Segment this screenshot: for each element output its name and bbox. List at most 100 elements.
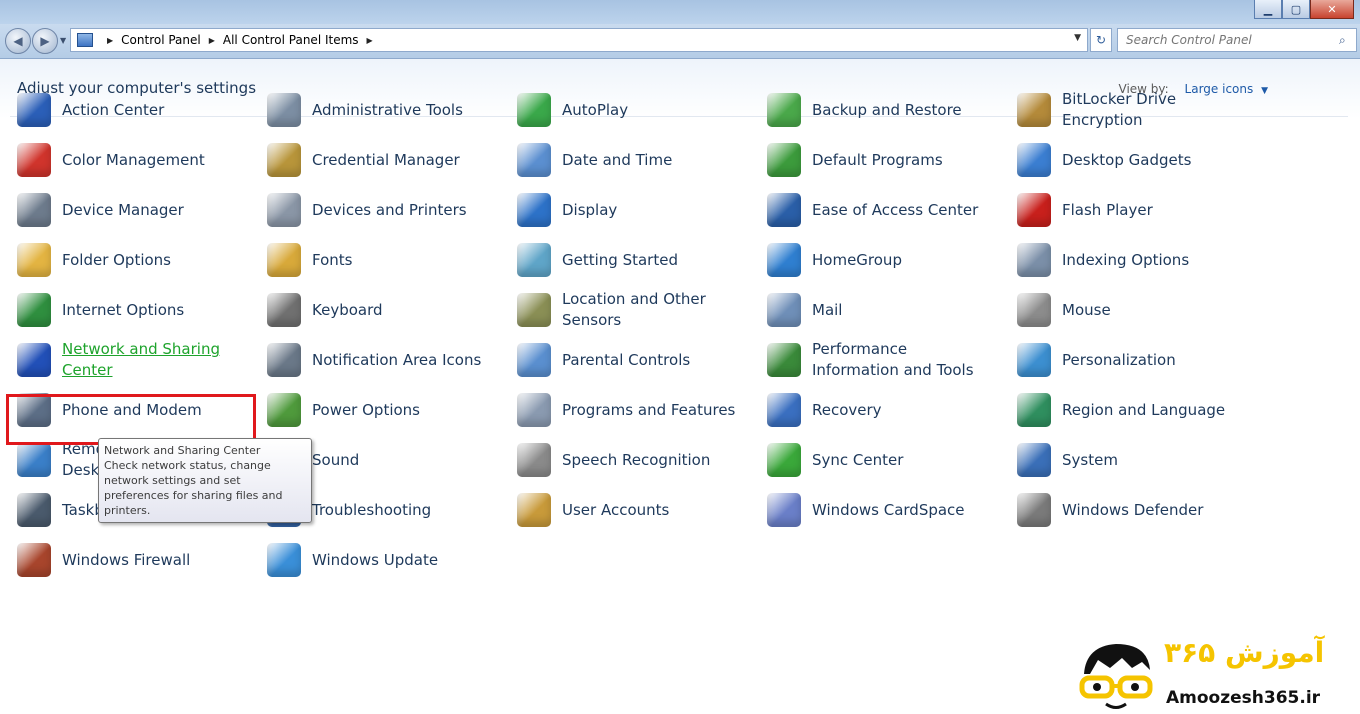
firewall-icon [17, 543, 51, 577]
defender-icon [1017, 493, 1051, 527]
control-panel-item[interactable]: Programs and Features [517, 385, 767, 435]
control-panel-item-label: Programs and Features [562, 400, 736, 419]
control-panel-item[interactable]: Mouse [1017, 285, 1267, 335]
control-panel-item[interactable]: Power Options [267, 385, 517, 435]
control-panel-item[interactable]: Recovery [767, 385, 1017, 435]
control-panel-item[interactable]: Indexing Options [1017, 235, 1267, 285]
autoplay-icon [517, 93, 551, 127]
refresh-button[interactable]: ↻ [1090, 28, 1112, 52]
control-panel-item-label: Indexing Options [1062, 250, 1190, 269]
control-panel-item[interactable]: Mail [767, 285, 1017, 335]
control-panel-item[interactable]: Devices and Printers [267, 185, 517, 235]
minimize-button[interactable]: ▁ [1254, 0, 1282, 19]
address-dropdown-icon[interactable]: ▼ [1074, 33, 1081, 43]
close-button[interactable]: ✕ [1310, 0, 1354, 19]
breadcrumb-separator-icon[interactable]: ▶ [209, 36, 215, 45]
control-panel-item[interactable]: BitLocker Drive Encryption [1017, 85, 1267, 135]
address-bar[interactable]: ▶ Control Panel ▶ All Control Panel Item… [70, 28, 1088, 52]
item-tooltip: Network and Sharing Center Check network… [98, 438, 312, 523]
control-panel-item[interactable]: Ease of Access Center [767, 185, 1017, 235]
control-panel-item[interactable]: Desktop Gadgets [1017, 135, 1267, 185]
control-panel-item[interactable]: Sync Center [767, 435, 1017, 485]
control-panel-item-label: Sound [312, 450, 360, 469]
remoteapp-icon [17, 443, 51, 477]
search-icon[interactable]: ⌕ [1339, 33, 1346, 48]
control-panel-item-label: Recovery [812, 400, 882, 419]
back-button[interactable]: ◀ [5, 28, 31, 54]
control-panel-item-label: Fonts [312, 250, 353, 269]
bitlocker-icon [1017, 93, 1051, 127]
control-panel-item[interactable]: Speech Recognition [517, 435, 767, 485]
recovery-icon [767, 393, 801, 427]
control-panel-item[interactable]: Backup and Restore [767, 85, 1017, 135]
control-panel-item[interactable]: Folder Options [17, 235, 267, 285]
control-panel-item[interactable]: Default Programs [767, 135, 1017, 185]
breadcrumb-control-panel[interactable]: Control Panel [121, 33, 201, 47]
control-panel-item-label: System [1062, 450, 1118, 469]
control-panel-item-label: Keyboard [312, 300, 383, 319]
maximize-icon: ▢ [1290, 2, 1302, 16]
control-panel-item[interactable]: Display [517, 185, 767, 235]
control-panel-item-label: HomeGroup [812, 250, 902, 269]
control-panel-item[interactable]: Credential Manager [267, 135, 517, 185]
control-panel-item[interactable]: Windows Firewall [17, 535, 267, 585]
control-panel-item[interactable]: Color Management [17, 135, 267, 185]
personalization-icon [1017, 343, 1051, 377]
admin-tools-icon [267, 93, 301, 127]
control-panel-item[interactable]: Windows CardSpace [767, 485, 1017, 535]
taskbar-icon [17, 493, 51, 527]
control-panel-item[interactable]: Windows Update [267, 535, 517, 585]
backup-icon [767, 93, 801, 127]
control-panel-item[interactable]: Action Center [17, 85, 267, 135]
control-panel-item-label: Mouse [1062, 300, 1111, 319]
control-panel-item[interactable]: Administrative Tools [267, 85, 517, 135]
breadcrumb-separator-icon[interactable]: ▶ [367, 36, 373, 45]
watermark-site: Amoozesh365.ir [1166, 688, 1321, 708]
control-panel-item-label: Notification Area Icons [312, 350, 482, 369]
control-panel-item[interactable]: AutoPlay [517, 85, 767, 135]
windows-update-icon [267, 543, 301, 577]
control-panel-item[interactable]: Date and Time [517, 135, 767, 185]
control-panel-item[interactable]: Parental Controls [517, 335, 767, 385]
homegroup-icon [767, 243, 801, 277]
control-panel-item[interactable]: Internet Options [17, 285, 267, 335]
color-management-icon [17, 143, 51, 177]
watermark-brand: آموزش ۳۶۵ [1164, 636, 1325, 669]
default-programs-icon [767, 143, 801, 177]
control-panel-item[interactable]: Performance Information and Tools [767, 335, 1017, 385]
control-panel-item[interactable]: Windows Defender [1017, 485, 1267, 535]
control-panel-item-label: Backup and Restore [812, 100, 962, 119]
control-panel-item[interactable]: Network and Sharing Center [17, 335, 267, 385]
folder-icon [17, 243, 51, 277]
control-panel-item[interactable]: Getting Started [517, 235, 767, 285]
maximize-button[interactable]: ▢ [1282, 0, 1310, 19]
power-icon [267, 393, 301, 427]
search-input[interactable] [1124, 32, 1333, 48]
control-panel-item[interactable]: Location and Other Sensors [517, 285, 767, 335]
forward-button[interactable]: ▶ [32, 28, 58, 54]
control-panel-item-label: Performance Information and Tools [812, 340, 974, 379]
mascot-logo-icon [1079, 644, 1153, 709]
control-panel-item[interactable]: Device Manager [17, 185, 267, 235]
control-panel-item[interactable]: Keyboard [267, 285, 517, 335]
location-icon [517, 293, 551, 327]
control-panel-item[interactable]: Flash Player [1017, 185, 1267, 235]
recent-pages-dropdown[interactable]: ▼ [60, 36, 66, 45]
control-panel-item-label: Power Options [312, 400, 420, 419]
control-panel-item-label: Troubleshooting [312, 500, 432, 519]
forward-arrow-icon: ▶ [40, 34, 50, 48]
control-panel-item[interactable]: Fonts [267, 235, 517, 285]
control-panel-item[interactable]: User Accounts [517, 485, 767, 535]
breadcrumb-separator-icon[interactable]: ▶ [107, 36, 113, 45]
search-box[interactable]: ⌕ [1117, 28, 1357, 52]
control-panel-item[interactable]: HomeGroup [767, 235, 1017, 285]
control-panel-item[interactable]: System [1017, 435, 1267, 485]
control-panel-item[interactable]: Region and Language [1017, 385, 1267, 435]
control-panel-item-label: Devices and Printers [312, 200, 467, 219]
control-panel-item[interactable]: Personalization [1017, 335, 1267, 385]
breadcrumb-all-items[interactable]: All Control Panel Items [223, 33, 359, 47]
control-panel-item[interactable]: Notification Area Icons [267, 335, 517, 385]
control-panel-item-label: Desktop Gadgets [1062, 150, 1192, 169]
navigation-bar: ◀ ▶ ▼ ▶ Control Panel ▶ All Control Pane… [0, 24, 1360, 59]
calendar-clock-icon [517, 143, 551, 177]
